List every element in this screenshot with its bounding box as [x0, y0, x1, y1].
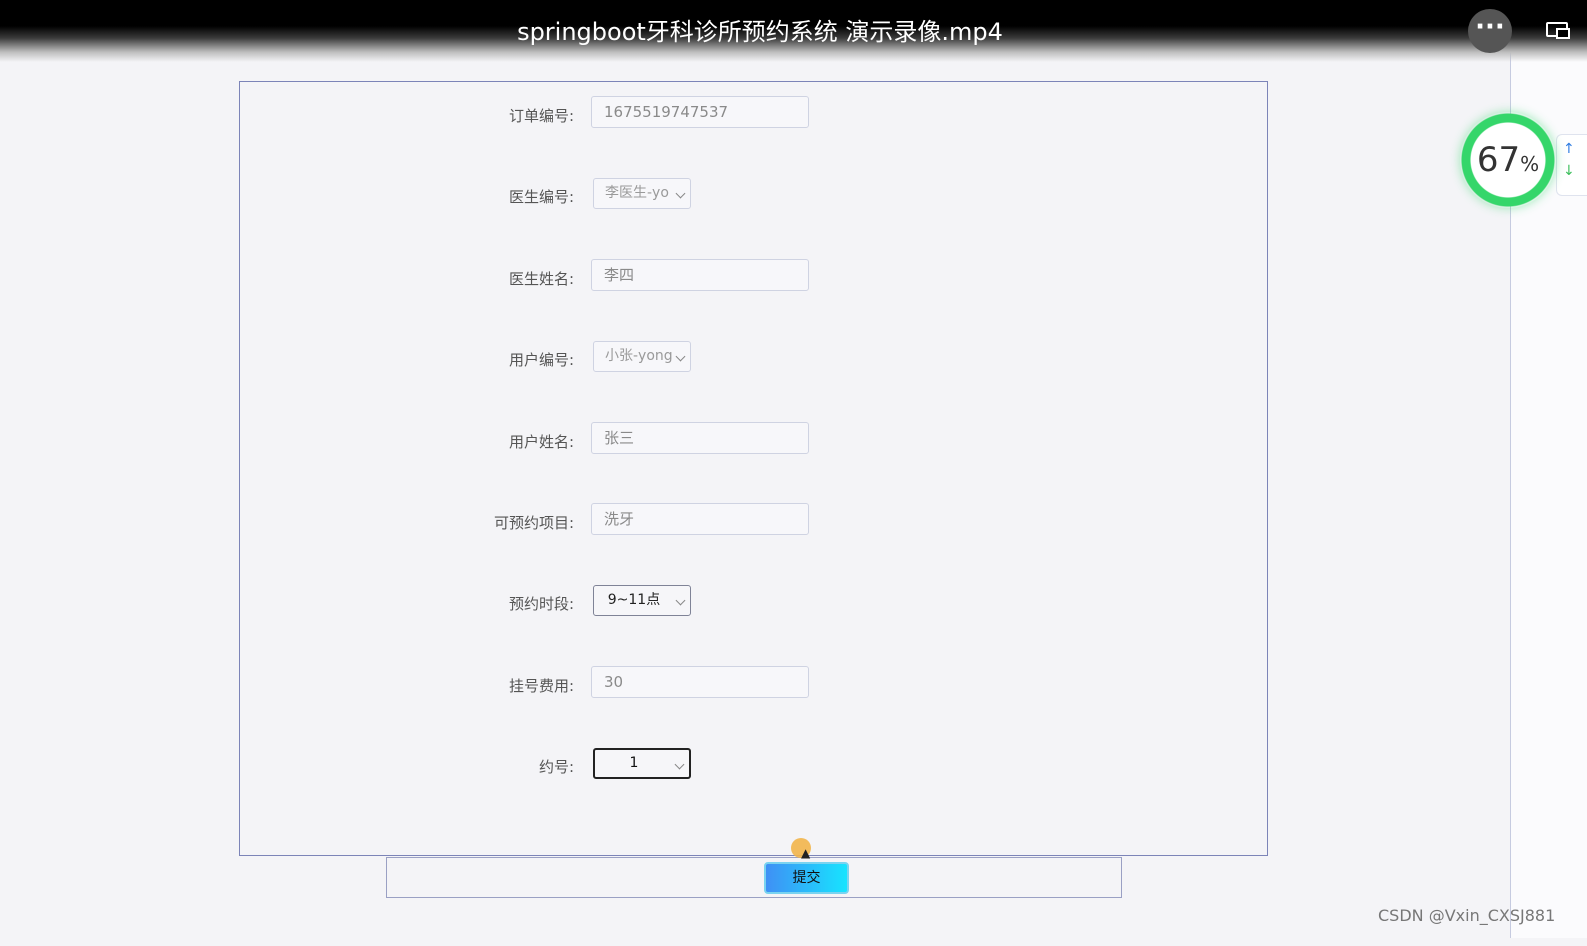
time-slot-label: 预约时段: [508, 595, 574, 613]
form-row-user-name: 用户姓名: 张三 [240, 422, 1269, 456]
form-row-user-id: 用户编号: 小张-yong [240, 340, 1269, 374]
video-title-bar: springboot牙科诊所预约系统 演示录像.mp4 ··· [0, 0, 1587, 62]
chevron-down-icon [675, 188, 686, 199]
progress-value: 67 [1476, 140, 1521, 180]
user-name-label: 用户姓名: [508, 433, 574, 451]
user-id-select[interactable]: 小张-yong [593, 341, 691, 372]
order-no-label: 订单编号: [508, 107, 574, 125]
doctor-name-label: 医生姓名: [508, 270, 574, 288]
form-row-project: 可预约项目: 洗牙 [240, 503, 1269, 537]
arrow-down-icon: ↓ [1563, 163, 1575, 179]
appointment-no-select[interactable]: 1 [593, 748, 691, 779]
chevron-down-icon [675, 595, 686, 606]
ellipsis-icon[interactable]: ··· [1468, 9, 1512, 53]
form-row-time-slot: 预约时段: 9~11点 [240, 584, 1269, 618]
form-row-fee: 挂号费用: 30 [240, 666, 1269, 700]
project-label: 可预约项目: [493, 514, 574, 532]
fee-label: 挂号费用: [508, 677, 574, 695]
appointment-no-value: 1 [629, 755, 639, 771]
user-name-input[interactable]: 张三 [591, 422, 809, 454]
time-slot-select[interactable]: 9~11点 [593, 585, 691, 616]
doctor-id-label: 医生编号: [508, 188, 574, 206]
chevron-down-icon [674, 759, 685, 770]
time-slot-value: 9~11点 [607, 592, 661, 608]
appointment-no-label: 约号: [538, 758, 574, 776]
progress-unit: % [1520, 152, 1540, 176]
doctor-id-value: 李医生-yo [605, 185, 669, 201]
order-no-input[interactable]: 1675519747537 [591, 96, 809, 128]
doctor-name-input[interactable]: 李四 [591, 259, 809, 291]
user-id-value: 小张-yong [605, 348, 673, 364]
project-input[interactable]: 洗牙 [591, 503, 809, 535]
appointment-form: 订单编号: 1675519747537 医生编号: 李医生-yo 医生姓名: 李… [239, 81, 1268, 856]
cursor-arrow-icon: ▲ [801, 846, 811, 860]
progress-badge[interactable]: 67% [1460, 112, 1556, 208]
video-title: springboot牙科诊所预约系统 演示录像.mp4 [517, 18, 1003, 46]
doctor-id-select[interactable]: 李医生-yo [593, 178, 691, 209]
form-row-order-no: 订单编号: 1675519747537 [240, 96, 1269, 130]
chevron-down-icon [675, 351, 686, 362]
form-row-doctor-name: 医生姓名: 李四 [240, 259, 1269, 293]
form-row-doctor-id: 医生编号: 李医生-yo [240, 177, 1269, 211]
user-id-label: 用户编号: [508, 351, 574, 369]
fee-input[interactable]: 30 [591, 666, 809, 698]
picture-in-picture-icon[interactable] [1546, 22, 1570, 39]
watermark: CSDN @Vxin_CXSJ881 [1378, 906, 1556, 925]
side-float-tab[interactable]: ↑ ↓ [1556, 134, 1587, 196]
submit-button[interactable]: 提交 [764, 862, 849, 894]
form-row-appointment-no: 约号: 1 [240, 747, 1269, 781]
progress-badge-text: 67% [1460, 112, 1556, 208]
form-footer [386, 857, 1122, 898]
arrow-up-icon: ↑ [1563, 141, 1575, 157]
